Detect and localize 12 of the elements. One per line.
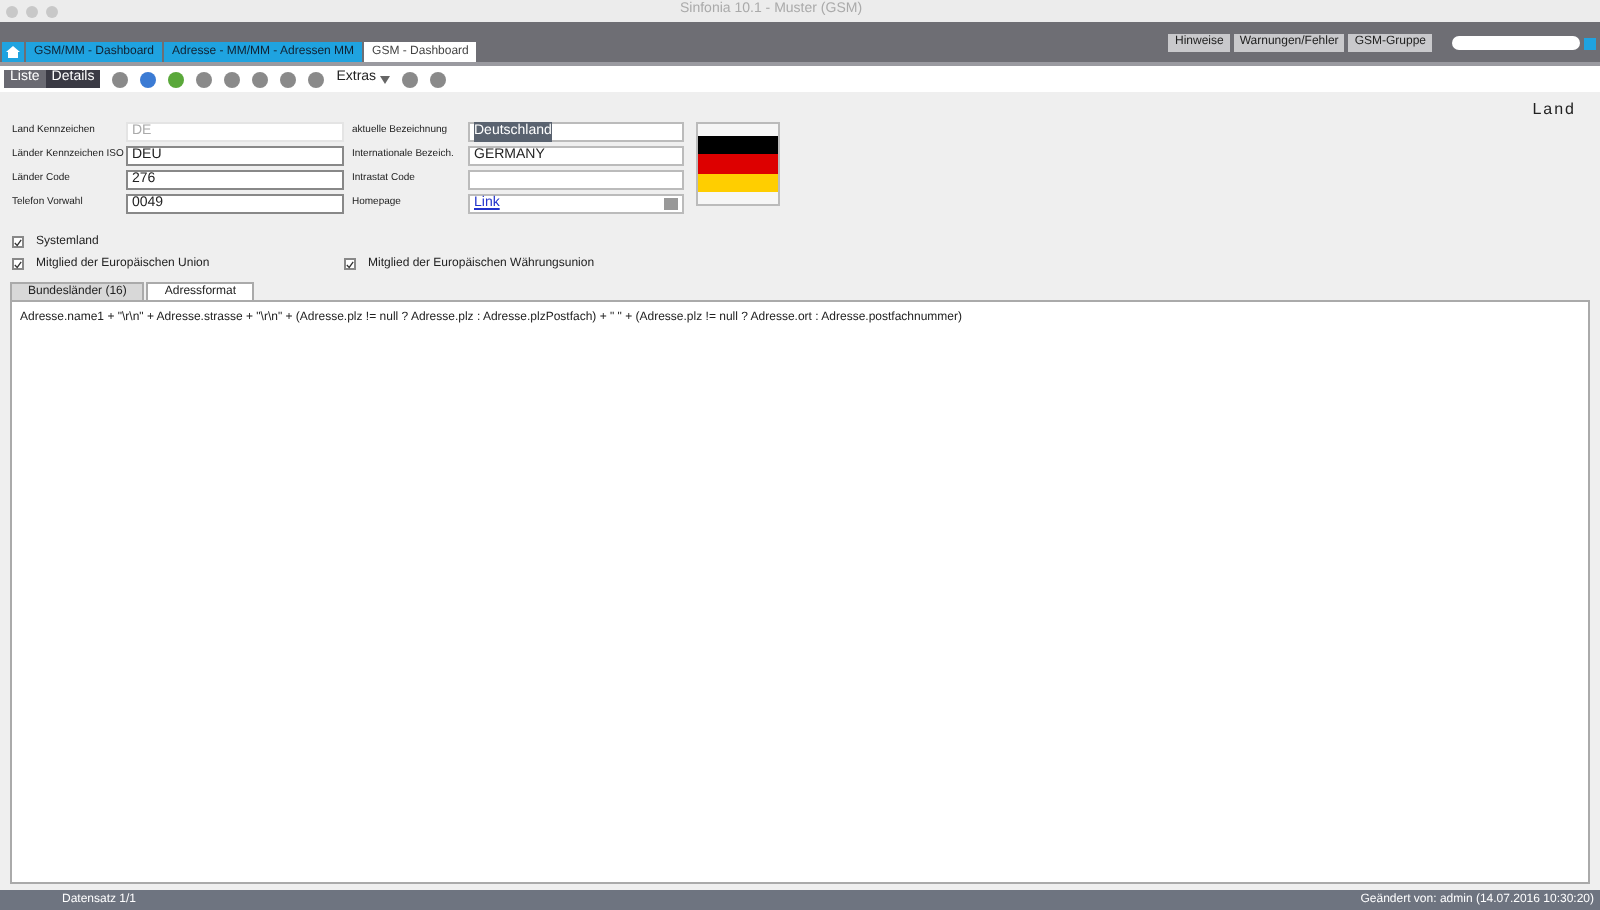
checkmark-icon	[346, 259, 354, 269]
caret-icon	[380, 75, 391, 83]
checkmark-icon	[14, 237, 22, 247]
checkbox[interactable]	[344, 258, 356, 270]
input-field[interactable]	[468, 170, 684, 190]
checkbox[interactable]	[12, 236, 24, 248]
checkmark-icon	[14, 259, 22, 269]
search-field[interactable]	[1452, 36, 1580, 50]
page-title: Land	[1532, 98, 1576, 122]
checkbox[interactable]	[12, 258, 24, 270]
flag-drawing	[696, 122, 780, 206]
home-icon[interactable]	[2, 42, 24, 62]
